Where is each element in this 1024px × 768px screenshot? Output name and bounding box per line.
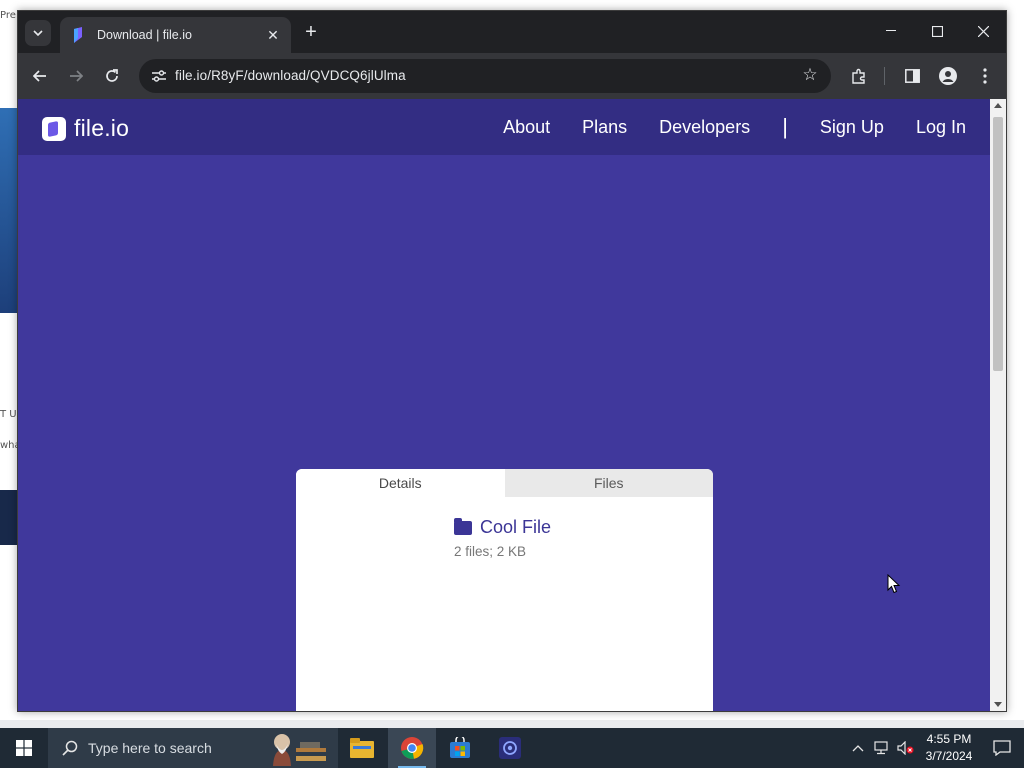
background-image: [0, 108, 17, 313]
file-name: Cool File: [480, 517, 552, 537]
maximize-button[interactable]: [914, 11, 960, 51]
fileio-logo-icon: [42, 116, 66, 141]
bookmark-star-icon[interactable]: ☆: [799, 65, 821, 87]
tab-strip: Download | file.io ✕ +: [18, 11, 1006, 53]
side-panel-icon: [904, 69, 920, 83]
browser-toolbar: file.io/R8yF/download/QVDCQ6jlUlma ☆: [18, 53, 1006, 99]
new-tab-button[interactable]: +: [300, 21, 322, 43]
clock-date: 3/7/2024: [925, 749, 973, 763]
scroll-up-arrow-icon[interactable]: [994, 103, 1002, 108]
address-bar[interactable]: file.io/R8yF/download/QVDCQ6jlUlma ☆: [139, 59, 831, 93]
fileio-favicon-icon: [70, 27, 86, 43]
start-button[interactable]: [0, 728, 48, 768]
puzzle-icon: [852, 68, 865, 84]
file-title-row: Cool File: [454, 517, 551, 538]
toolbar-separator: [884, 67, 885, 85]
taskbar-store[interactable]: [436, 728, 484, 768]
taskbar: Type here to search 4:55 PM 3/7/2024: [0, 728, 1024, 768]
tab-search-button[interactable]: [25, 20, 51, 46]
page-viewport: file.io About Plans Developers | Sign Up…: [18, 99, 990, 711]
show-hidden-icons-chevron-icon[interactable]: [846, 728, 870, 768]
url-text[interactable]: file.io/R8yF/download/QVDCQ6jlUlma: [175, 68, 406, 83]
file-explorer-icon: [350, 738, 374, 758]
arrow-right-icon: [70, 70, 83, 82]
site-nav-links: About Plans Developers | Sign Up Log In: [471, 99, 966, 155]
side-panel-button[interactable]: [899, 63, 925, 89]
browser-tab[interactable]: Download | file.io ✕: [60, 17, 291, 53]
chevron-down-icon: [33, 30, 43, 36]
search-highlight-image: [273, 734, 326, 766]
network-icon[interactable]: [870, 728, 894, 768]
clock-time: 4:55 PM: [926, 732, 972, 746]
minimize-button[interactable]: [868, 11, 914, 51]
scroll-down-arrow-icon[interactable]: [994, 702, 1002, 707]
folder-icon: [454, 517, 472, 535]
minimize-icon: [886, 30, 896, 31]
system-tray: 4:55 PM 3/7/2024: [846, 728, 1024, 768]
card-tabs: Details Files: [296, 469, 713, 497]
notification-icon: [993, 740, 1011, 756]
tab-title: Download | file.io: [97, 28, 192, 42]
windows-logo-icon: [16, 740, 32, 756]
file-meta: 2 files; 2 KB: [454, 544, 527, 559]
nav-divider: |: [782, 114, 788, 139]
extensions-button[interactable]: [846, 63, 872, 89]
arrow-left-icon: [33, 70, 46, 82]
chrome-icon: [401, 737, 424, 759]
window-controls: [868, 11, 1006, 51]
fileio-logo[interactable]: file.io: [42, 115, 129, 142]
background-image: [0, 490, 17, 545]
system-clock[interactable]: 4:55 PM 3/7/2024: [918, 731, 980, 765]
nav-sign-up-link[interactable]: Sign Up: [820, 117, 884, 138]
close-window-button[interactable]: [960, 11, 1006, 51]
tab-close-icon[interactable]: ✕: [265, 27, 281, 44]
more-vertical-icon: [983, 68, 987, 84]
site-info-icon[interactable]: [147, 64, 171, 88]
profile-icon: [939, 67, 957, 85]
tab-details[interactable]: Details: [296, 469, 505, 497]
download-card: Details Files Cool File 2 files; 2 KB: [296, 469, 713, 711]
nav-log-in-link[interactable]: Log In: [916, 117, 966, 138]
search-placeholder: Type here to search: [88, 740, 212, 756]
scrollbar-thumb[interactable]: [993, 117, 1003, 371]
taskbar-search[interactable]: Type here to search: [48, 728, 338, 768]
browser-window: Download | file.io ✕ + file.io/R8yF/down…: [17, 10, 1007, 712]
logo-text: file.io: [74, 115, 130, 141]
back-button[interactable]: [27, 63, 53, 89]
nav-developers-link[interactable]: Developers: [659, 117, 750, 138]
store-icon: [450, 737, 470, 758]
nav-about-link[interactable]: About: [503, 117, 550, 138]
reload-icon: [106, 69, 118, 82]
background-text: Pre: [0, 10, 16, 21]
search-icon: [62, 740, 78, 756]
app-icon: [499, 737, 521, 759]
close-icon: [977, 25, 989, 37]
forward-button[interactable]: [63, 63, 89, 89]
taskbar-app[interactable]: [486, 728, 534, 768]
profile-button[interactable]: [935, 63, 961, 89]
volume-muted-icon[interactable]: [894, 728, 918, 768]
tab-files[interactable]: Files: [504, 469, 713, 497]
page-scrollbar[interactable]: [990, 99, 1006, 711]
mouse-cursor-icon: [887, 574, 901, 594]
site-header: file.io About Plans Developers | Sign Up…: [18, 99, 990, 155]
maximize-icon: [931, 25, 943, 37]
nav-plans-link[interactable]: Plans: [582, 117, 627, 138]
notification-center-button[interactable]: [980, 728, 1024, 768]
taskbar-file-explorer[interactable]: [338, 728, 386, 768]
browser-menu-button[interactable]: [972, 63, 998, 89]
reload-button[interactable]: [99, 63, 125, 89]
taskbar-chrome[interactable]: [388, 728, 436, 768]
